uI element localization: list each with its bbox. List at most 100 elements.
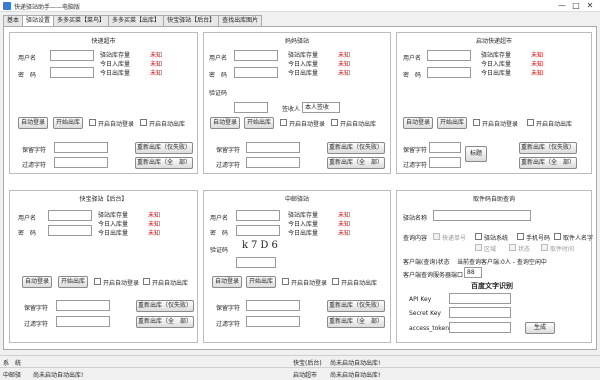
retry-all-button[interactable]: 重新出库（全 部） [135,157,193,169]
username-label: 用户名 [209,55,228,62]
tab-duoduo-cainiao[interactable]: 多多买菜【菜鸟】 [53,15,110,26]
tab-duoduo-outbound[interactable]: 多多买菜【出库】 [108,15,165,26]
opt-recipient-checkbox[interactable] [554,233,561,240]
auto-login-checkbox[interactable] [89,119,96,126]
minimize-button[interactable]: — [556,1,568,11]
opt-area-checkbox[interactable] [475,244,482,251]
auto-login-button[interactable]: 自动登录 [22,276,52,288]
username-input[interactable] [50,50,94,61]
auto-login-checkbox[interactable] [473,119,480,126]
username-label: 用户名 [210,215,229,222]
username-input[interactable] [48,210,92,221]
keep-chars-input[interactable] [56,300,110,311]
secret-key-label: Secret Key [409,310,441,317]
retry-failed-button[interactable]: 重新出库（仅失败） [519,142,577,154]
captcha-image[interactable]: k7D6 [242,240,281,251]
retry-all-button[interactable]: 重新出库（全 部） [519,157,577,169]
opt-tracking-checkbox[interactable] [433,233,440,240]
start-outbound-button[interactable]: 开始出库 [244,117,274,129]
opt-status-checkbox[interactable] [509,244,516,251]
auto-outbound-checkbox[interactable] [143,278,150,285]
opt-station-system-checkbox[interactable] [475,233,482,240]
keep-chars-label: 保留字符 [22,147,47,154]
auto-outbound-checkbox[interactable] [527,119,534,126]
auto-login-button[interactable]: 自动登录 [210,117,240,129]
tab-basic[interactable]: 基本 [3,15,24,26]
today-out-value: 未知 [150,70,163,77]
start-outbound-button[interactable]: 开始出库 [437,117,467,129]
auto-login-checkbox[interactable] [280,119,287,126]
retry-all-button[interactable]: 重新出库（全 部） [327,157,385,169]
mark-button[interactable]: 标题 [465,146,487,162]
start-outbound-button[interactable]: 开始出库 [53,117,83,129]
retry-failed-button[interactable]: 重新出库（仅失败） [135,142,193,154]
keep-chars-input[interactable] [54,142,108,153]
today-out-label: 今日出库量 [288,230,319,237]
password-input[interactable] [427,67,471,78]
keep-chars-input[interactable] [246,142,300,153]
auto-outbound-checkbox[interactable] [140,119,147,126]
password-input[interactable] [50,67,94,78]
auto-outbound-checkbox-label: 开启自动出库 [340,121,377,128]
signer-input[interactable]: 本人签收 [302,102,340,113]
filter-chars-input[interactable] [54,157,108,168]
api-key-input[interactable] [449,293,511,304]
station-name-input[interactable] [433,210,531,221]
username-input[interactable] [427,50,471,61]
filter-chars-input[interactable] [56,316,110,327]
username-input[interactable] [236,210,280,221]
retry-failed-button[interactable]: 重新出库（仅失败） [327,300,385,312]
auto-login-checkbox-label: 开启自动登录 [289,121,326,128]
query-content-label: 查询内容 [403,235,428,242]
baidu-ocr-title: 百度文字识别 [471,281,513,290]
opt-pickup-time-label: 取件时间 [550,246,575,253]
password-input[interactable] [48,225,92,236]
panel-title: 快递超市 [91,38,116,45]
keep-chars-input[interactable] [246,300,300,311]
auto-login-button[interactable]: 自动登录 [18,117,48,129]
filter-chars-input[interactable] [246,157,300,168]
server-port-input[interactable]: 88 [464,267,482,278]
tab-bar: 基本 驿站设置 多多买菜【菜鸟】 多多买菜【出库】 快宝驿站【后台】 查找出库图片 [3,15,263,27]
captcha-input[interactable] [234,102,268,113]
auto-login-checkbox[interactable] [94,278,101,285]
filter-chars-input[interactable] [246,316,300,327]
today-out-label: 今日出库量 [98,230,129,237]
auto-outbound-checkbox[interactable] [332,278,339,285]
maximize-button[interactable]: □ [570,1,582,11]
auto-login-checkbox[interactable] [282,278,289,285]
today-out-label: 今日出库量 [288,70,319,77]
filter-chars-label: 过滤字符 [216,321,241,328]
start-outbound-button[interactable]: 开始出库 [246,276,276,288]
auto-outbound-checkbox-label: 开启自动出库 [149,121,186,128]
username-input[interactable] [234,50,278,61]
filter-chars-input[interactable] [429,157,461,168]
access-token-input[interactable] [449,322,511,333]
opt-station-system-label: 驿站系统 [484,235,509,242]
auto-login-button[interactable]: 自动登录 [212,276,242,288]
auto-login-checkbox-label: 开启自动登录 [103,280,140,287]
tab-find-images[interactable]: 查找出库图片 [218,15,263,26]
retry-failed-button[interactable]: 重新出库（仅失败） [327,142,385,154]
generate-button[interactable]: 生成 [525,322,555,334]
password-input[interactable] [236,225,280,236]
start-outbound-button[interactable]: 开始出库 [58,276,88,288]
opt-status-label: 状态 [518,246,531,253]
retry-failed-button[interactable]: 重新出库（仅失败） [136,300,194,312]
today-out-value: 未知 [531,70,544,77]
opt-pickup-time-checkbox[interactable] [541,244,548,251]
auto-outbound-checkbox[interactable] [331,119,338,126]
keep-chars-input[interactable] [429,142,461,153]
auto-login-button[interactable]: 自动登录 [403,117,433,129]
tab-kuaibao-backend[interactable]: 快宝驿站【后台】 [163,15,220,26]
captcha-input[interactable] [236,257,276,268]
panel-title: 快宝驿站【后台】 [79,196,128,203]
retry-all-button[interactable]: 重新出库（全 部） [327,316,385,328]
password-input[interactable] [234,67,278,78]
filter-chars-label: 过滤字符 [22,162,47,169]
today-out-value: 未知 [148,230,161,237]
secret-key-input[interactable] [449,307,511,318]
close-button[interactable]: ✕ [584,1,596,11]
opt-phone-checkbox[interactable] [517,233,524,240]
retry-all-button[interactable]: 重新出库（全 部） [136,316,194,328]
